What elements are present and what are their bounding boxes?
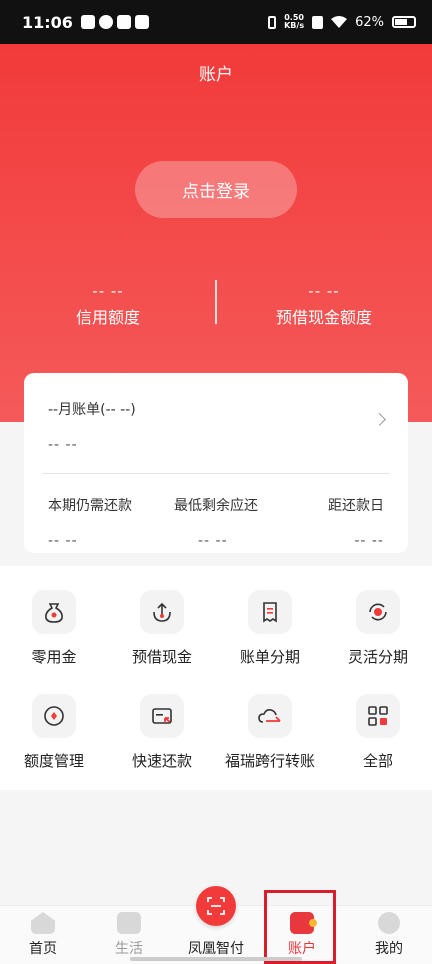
login-button[interactable]: 点击登录	[135, 161, 297, 218]
tab-label: 我的	[375, 941, 403, 957]
service-all[interactable]: 全部	[324, 694, 432, 771]
tab-mine[interactable]: 我的	[346, 906, 432, 964]
network-speed: 0.50 KB/s	[284, 14, 304, 30]
bill-col-value-due: -- --	[354, 533, 384, 549]
notification-icon	[80, 15, 95, 29]
sim-icon	[312, 15, 324, 29]
service-label: 账单分期	[239, 648, 300, 666]
tab-life[interactable]: 生活	[86, 906, 172, 964]
status-time: 11:06	[22, 12, 73, 32]
wifi-icon	[331, 15, 348, 28]
notification-icons	[80, 15, 149, 29]
bill-col-label-minimum: 最低剩余应还	[174, 498, 258, 514]
service-label: 灵活分期	[347, 648, 408, 666]
bill-divider	[42, 473, 390, 474]
notification-icon	[116, 15, 131, 29]
home-icon	[31, 912, 55, 934]
tab-label: 凤凰智付	[188, 941, 244, 957]
notification-icon	[134, 15, 149, 29]
scan-button[interactable]	[196, 886, 236, 926]
service-bill-installment[interactable]: 账单分期	[216, 590, 324, 667]
vibrate-icon	[268, 15, 277, 29]
profile-icon	[378, 912, 400, 934]
battery-icon	[392, 16, 416, 28]
service-pocket-money[interactable]: 零用金	[0, 590, 108, 667]
service-label: 快速还款	[131, 752, 192, 770]
tab-label: 首页	[29, 941, 57, 957]
service-interbank-transfer[interactable]: 福瑞跨行转账	[216, 694, 324, 771]
service-label: 福瑞跨行转账	[224, 752, 315, 770]
credit-limit[interactable]: -- -- 信用额度	[0, 282, 216, 328]
selected-tab-highlight	[264, 890, 336, 964]
page-title: 账户	[199, 65, 233, 85]
network-speed-unit: KB/s	[284, 21, 305, 30]
bill-col-label-due: 距还款日	[328, 498, 384, 514]
cash-advance-value: -- --	[308, 282, 340, 300]
cash-withdraw-icon	[140, 590, 184, 634]
services-grid: 零用金 预借现金 账单分期 灵活分期 额度管理 快速还款 福瑞跨行转账 全部	[0, 566, 432, 790]
refresh-yuan-icon	[356, 590, 400, 634]
service-label: 全部	[362, 752, 393, 770]
card-repay-icon	[140, 694, 184, 738]
bill-col-label-remaining: 本期仍需还款	[48, 498, 132, 514]
cloud-transfer-icon	[248, 694, 292, 738]
scan-icon	[207, 897, 225, 915]
cash-advance-label: 预借现金额度	[275, 308, 372, 327]
bill-card[interactable]: --月账单(-- --) -- -- 本期仍需还款 最低剩余应还 距还款日 --…	[24, 373, 408, 553]
service-quota-management[interactable]: 额度管理	[0, 694, 108, 771]
tab-home[interactable]: 首页	[0, 906, 86, 964]
credit-limit-label: 信用额度	[75, 308, 140, 327]
bill-amount: -- --	[48, 437, 78, 453]
bill-receipt-icon	[248, 590, 292, 634]
credit-limit-value: -- --	[92, 282, 124, 300]
account-header	[0, 44, 432, 422]
service-cash-advance[interactable]: 预借现金	[108, 590, 216, 667]
service-label: 额度管理	[23, 752, 84, 770]
service-flexible-installment[interactable]: 灵活分期	[324, 590, 432, 667]
home-indicator	[130, 957, 302, 961]
battery-percent: 62%	[355, 14, 384, 30]
service-label: 预借现金	[131, 648, 192, 666]
status-bar: 11:06 0.50 KB/s 62%	[0, 0, 432, 44]
service-label: 零用金	[31, 648, 77, 666]
notification-icon	[98, 15, 113, 29]
tab-label: 生活	[115, 941, 143, 957]
quota-dial-icon	[32, 694, 76, 738]
bill-title: --月账单(-- --)	[48, 402, 136, 418]
service-quick-repay[interactable]: 快速还款	[108, 694, 216, 771]
chevron-right-icon[interactable]	[373, 413, 386, 426]
bill-col-value-remaining: -- --	[48, 533, 78, 549]
money-bag-icon	[32, 590, 76, 634]
bill-col-value-minimum: -- --	[198, 533, 228, 549]
cash-advance-limit[interactable]: -- -- 预借现金额度	[216, 282, 432, 328]
shopping-bag-icon	[117, 912, 141, 934]
grid-icon	[356, 694, 400, 738]
